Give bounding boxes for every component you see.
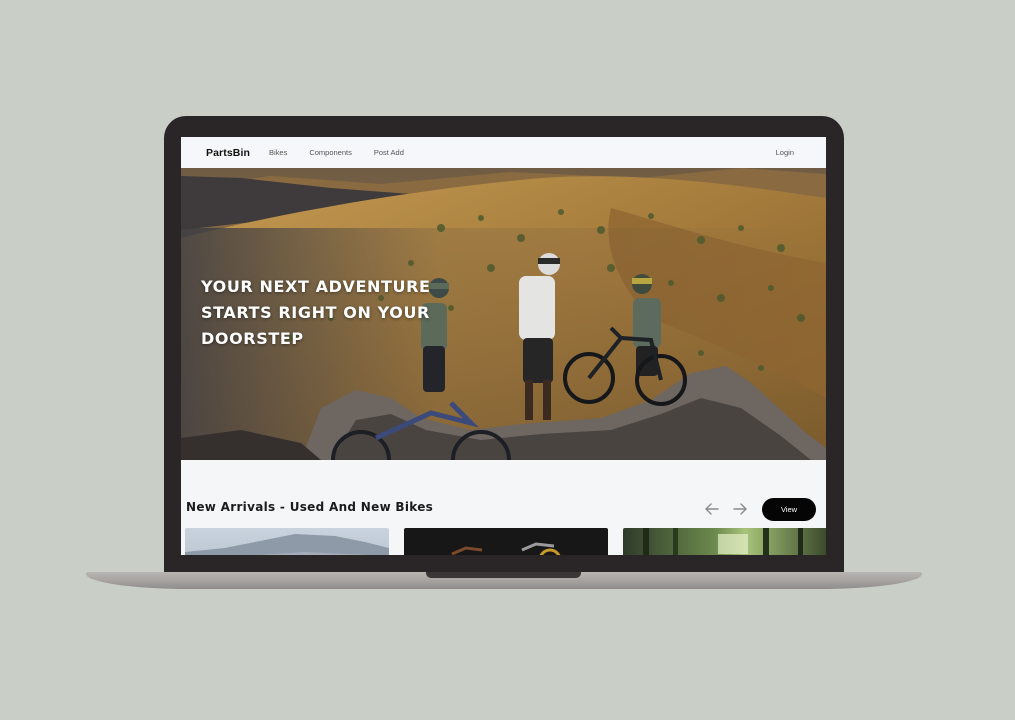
new-arrivals-title: New Arrivals - Used And New Bikes bbox=[186, 500, 434, 514]
login-link[interactable]: Login bbox=[776, 148, 794, 157]
carousel-next-button[interactable] bbox=[732, 501, 748, 517]
bike-card-image bbox=[185, 534, 389, 555]
bike-card[interactable] bbox=[404, 528, 608, 555]
laptop-notch bbox=[426, 572, 581, 578]
bike-card[interactable] bbox=[185, 528, 389, 555]
bike-card-image bbox=[643, 528, 803, 555]
carousel-prev-button[interactable] bbox=[704, 501, 720, 517]
arrow-right-icon bbox=[733, 503, 747, 515]
nav-link-components[interactable]: Components bbox=[309, 148, 352, 157]
browser-screen: PartsBin Bikes Components Post Add Login bbox=[181, 137, 826, 555]
bike-card[interactable] bbox=[623, 528, 826, 555]
view-button[interactable]: View bbox=[762, 498, 816, 521]
hero-banner: YOUR NEXT ADVENTURE STARTS RIGHT ON YOUR… bbox=[181, 168, 826, 460]
arrow-left-icon bbox=[705, 503, 719, 515]
top-navbar: PartsBin Bikes Components Post Add Login bbox=[181, 137, 826, 168]
hero-heading: YOUR NEXT ADVENTURE STARTS RIGHT ON YOUR… bbox=[201, 277, 431, 348]
brand-logo[interactable]: PartsBin bbox=[206, 147, 250, 159]
bike-card-image bbox=[451, 542, 561, 555]
nav-link-post-add[interactable]: Post Add bbox=[374, 148, 404, 157]
nav-link-bikes[interactable]: Bikes bbox=[269, 148, 287, 157]
